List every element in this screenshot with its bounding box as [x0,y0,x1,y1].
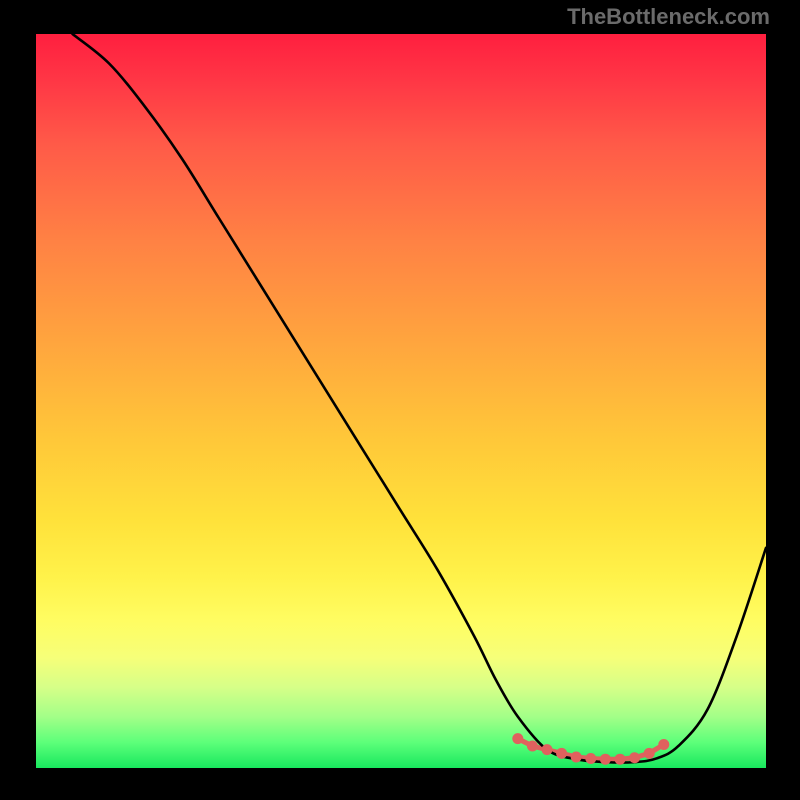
flat-point [571,751,582,762]
flat-point [629,752,640,763]
flat-point [600,754,611,765]
flat-point [644,748,655,759]
flat-point [512,733,523,744]
flat-point [527,740,538,751]
flat-point [615,754,626,765]
flat-point [542,744,553,755]
flat-point [658,739,669,750]
watermark-text: TheBottleneck.com [567,4,770,30]
bottleneck-curve [73,34,767,763]
flat-point [556,748,567,759]
plot-area [36,34,766,768]
flat-point [585,753,596,764]
chart-svg [36,34,766,768]
chart-container: TheBottleneck.com [0,0,800,800]
